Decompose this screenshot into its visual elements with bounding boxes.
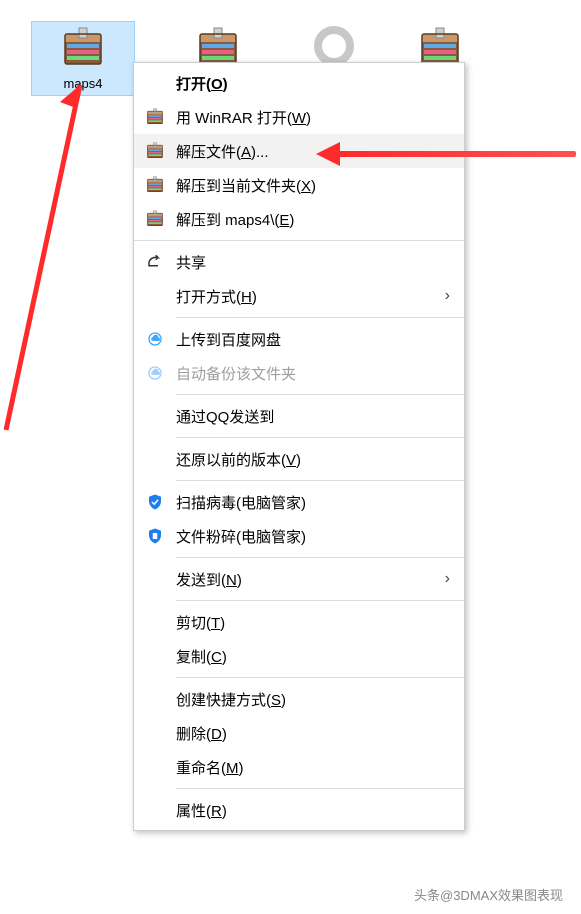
menu-baidu-backup: 自动备份该文件夹 xyxy=(134,356,464,390)
menu-label: 文件粉碎(电脑管家) xyxy=(176,526,450,547)
blank-icon xyxy=(144,448,166,470)
blank-icon xyxy=(144,285,166,307)
menu-scan[interactable]: 扫描病毒(电脑管家) xyxy=(134,485,464,519)
file-item-maps4[interactable]: maps4 xyxy=(31,21,135,96)
menu-label: 发送到(N) xyxy=(176,569,445,590)
menu-extract-to[interactable]: 解压到 maps4\(E) xyxy=(134,202,464,236)
file-label: maps4 xyxy=(63,76,102,91)
separator xyxy=(176,600,464,601)
blank-icon xyxy=(144,568,166,590)
chevron-right-icon: › xyxy=(445,287,450,305)
menu-label: 扫描病毒(电脑管家) xyxy=(176,492,450,513)
shield-icon xyxy=(144,491,166,513)
rar-archive-icon xyxy=(144,174,166,196)
menu-label: 通过QQ发送到 xyxy=(176,406,450,427)
share-icon xyxy=(144,251,166,273)
chevron-right-icon: › xyxy=(445,570,450,588)
menu-label: 打开方式(H) xyxy=(176,286,445,307)
context-menu: 打开(O) 用 WinRAR 打开(W) 解压文件(A)... 解压到当前文件夹… xyxy=(133,62,465,831)
menu-label: 共享 xyxy=(176,252,450,273)
separator xyxy=(176,394,464,395)
menu-label: 上传到百度网盘 xyxy=(176,329,450,350)
menu-copy[interactable]: 复制(C) xyxy=(134,639,464,673)
menu-rename[interactable]: 重命名(M) xyxy=(134,750,464,784)
disc-icon xyxy=(314,26,354,66)
blank-icon xyxy=(144,688,166,710)
menu-baidu-upload[interactable]: 上传到百度网盘 xyxy=(134,322,464,356)
menu-label: 复制(C) xyxy=(176,646,450,667)
menu-label: 属性(R) xyxy=(176,800,450,821)
menu-delete[interactable]: 删除(D) xyxy=(134,716,464,750)
cloud-icon xyxy=(144,328,166,350)
menu-label: 用 WinRAR 打开(W) xyxy=(176,107,450,128)
menu-extract-files[interactable]: 解压文件(A)... xyxy=(134,134,464,168)
rar-archive-icon xyxy=(144,208,166,230)
separator xyxy=(176,557,464,558)
menu-properties[interactable]: 属性(R) xyxy=(134,793,464,827)
cloud-icon xyxy=(144,362,166,384)
blank-icon xyxy=(144,611,166,633)
menu-label: 解压到当前文件夹(X) xyxy=(176,175,450,196)
blank-icon xyxy=(144,645,166,667)
menu-shred[interactable]: 文件粉碎(电脑管家) xyxy=(134,519,464,553)
menu-label: 解压文件(A)... xyxy=(176,141,450,162)
menu-extract-here[interactable]: 解压到当前文件夹(X) xyxy=(134,168,464,202)
menu-share[interactable]: 共享 xyxy=(134,245,464,279)
annotation-line xyxy=(0,80,130,440)
menu-qq-send[interactable]: 通过QQ发送到 xyxy=(134,399,464,433)
rar-archive-icon xyxy=(144,140,166,162)
menu-label: 删除(D) xyxy=(176,723,450,744)
separator xyxy=(176,437,464,438)
menu-label: 还原以前的版本(V) xyxy=(176,449,450,470)
blank-icon xyxy=(144,799,166,821)
menu-label: 重命名(M) xyxy=(176,757,450,778)
menu-open-with[interactable]: 打开方式(H) › xyxy=(134,279,464,313)
menu-label: 解压到 maps4\(E) xyxy=(176,209,450,230)
separator xyxy=(176,317,464,318)
shield-icon xyxy=(144,525,166,547)
separator xyxy=(176,788,464,789)
blank-icon xyxy=(144,756,166,778)
separator xyxy=(134,240,464,241)
menu-cut[interactable]: 剪切(T) xyxy=(134,605,464,639)
blank-icon xyxy=(144,72,166,94)
menu-shortcut[interactable]: 创建快捷方式(S) xyxy=(134,682,464,716)
rar-archive-icon xyxy=(59,24,107,72)
menu-winrar-open[interactable]: 用 WinRAR 打开(W) xyxy=(134,100,464,134)
menu-send-to[interactable]: 发送到(N) › xyxy=(134,562,464,596)
separator xyxy=(176,480,464,481)
menu-label: 剪切(T) xyxy=(176,612,450,633)
menu-label: 自动备份该文件夹 xyxy=(176,363,450,384)
blank-icon xyxy=(144,405,166,427)
separator xyxy=(176,677,464,678)
menu-label: 创建快捷方式(S) xyxy=(176,689,450,710)
watermark-text: 头条@3DMAX效果图表现 xyxy=(414,885,563,904)
rar-archive-icon xyxy=(144,106,166,128)
menu-open[interactable]: 打开(O) xyxy=(134,66,464,100)
blank-icon xyxy=(144,722,166,744)
menu-label: 打开(O) xyxy=(176,73,450,94)
menu-restore[interactable]: 还原以前的版本(V) xyxy=(134,442,464,476)
